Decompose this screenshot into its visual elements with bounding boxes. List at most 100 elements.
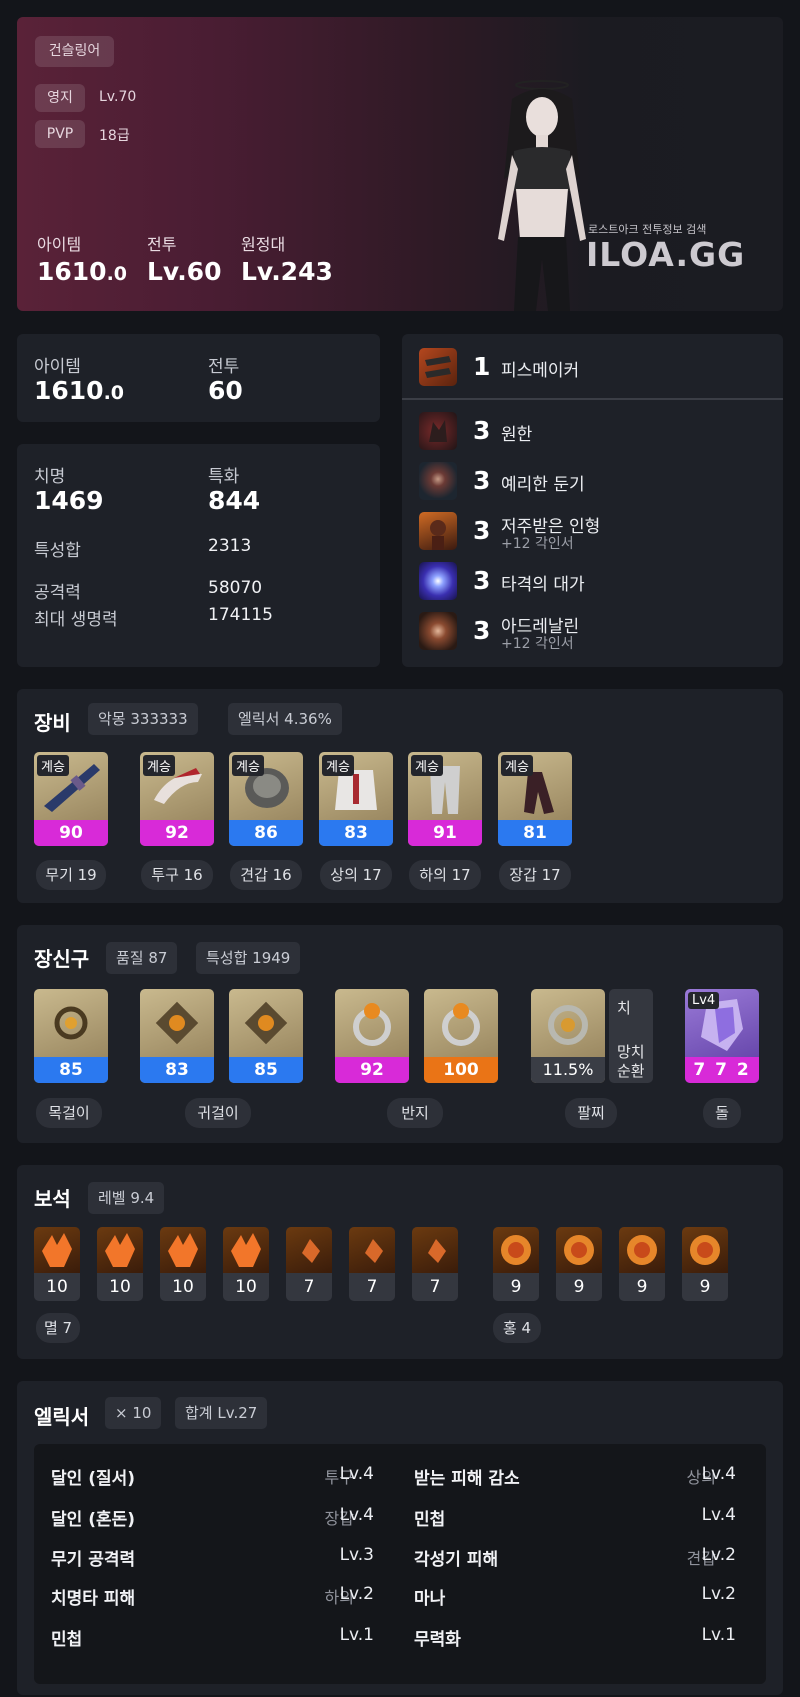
pvp-tag: PVP (35, 120, 85, 148)
elixir-left-3-name: 무기 공격력 (51, 1550, 136, 1570)
max-hp-value: 174115 (208, 605, 273, 625)
total-stat-label: 특성합 (34, 541, 81, 561)
summary-item-value: 1610.0 (34, 376, 125, 405)
spec-value: 844 (208, 486, 261, 515)
gloves-item[interactable]: 계승 81 (498, 752, 572, 846)
hero-roster-label: 원정대 (241, 235, 286, 254)
summary-combat-label: 전투 (208, 357, 240, 377)
earring-label: 귀걸이 (185, 1098, 251, 1128)
summary-combat-value: 60 (208, 376, 243, 405)
adrenaline-engraving-icon (419, 612, 457, 650)
hero-combat-label: 전투 (147, 235, 177, 254)
helmet-item[interactable]: 계승 92 (140, 752, 214, 846)
crimson-gem-3[interactable]: 9 (619, 1227, 665, 1301)
crimson-gem-2[interactable]: 9 (556, 1227, 602, 1301)
weapon-item[interactable]: 계승 90 (34, 752, 108, 846)
hero-item-value: 1610.0 (37, 257, 128, 286)
annihilation-gem-7[interactable]: 7 (412, 1227, 458, 1301)
earring-1-item[interactable]: 83 (140, 989, 214, 1083)
class-engraving-name: 피스메이커 (501, 361, 580, 381)
crimson-count-label: 홍 4 (493, 1313, 541, 1343)
cursed-doll-engraving-icon (419, 512, 457, 550)
gloves-label: 장갑 17 (499, 860, 571, 890)
elixir-left-2-name: 달인 (혼돈) (51, 1510, 136, 1530)
elixir-left-1-name: 달인 (질서) (51, 1469, 136, 1489)
bracelet-option-1: 치 (617, 999, 631, 1017)
engraving-divider (402, 398, 783, 400)
engraving-2-name: 예리한 둔기 (501, 475, 585, 495)
bracelet-option-2: 망치 (617, 1043, 645, 1061)
elixir-right-2-name: 민첩 (414, 1510, 446, 1530)
crimson-gem-1[interactable]: 9 (493, 1227, 539, 1301)
ring-1-quality: 92 (335, 1057, 409, 1083)
elixir-total-pill: 합계 Lv.27 (175, 1397, 268, 1429)
ability-stone-item[interactable]: Lv4 7 7 2 (685, 989, 759, 1083)
ring-1-item[interactable]: 92 (335, 989, 409, 1083)
weapon-quality: 90 (34, 820, 108, 846)
annihilation-gem-1[interactable]: 10 (34, 1227, 80, 1301)
crimson-gem-4[interactable]: 9 (682, 1227, 728, 1301)
total-stat-value: 2313 (208, 536, 252, 556)
chest-item[interactable]: 계승 83 (319, 752, 393, 846)
class-engraving-level: 1 (473, 352, 491, 381)
necklace-label: 목걸이 (36, 1098, 102, 1128)
annihilation-gem-5[interactable]: 7 (286, 1227, 332, 1301)
summary-card: 아이템 1610.0 전투 60 (17, 334, 380, 422)
engravings-card: 1 피스메이커 3 원한 3 예리한 둔기 3 저주받은 인형 +12 각인서 … (402, 334, 783, 667)
elixir-left-2-level: Lv.4 (339, 1505, 374, 1525)
pants-quality: 91 (408, 820, 482, 846)
gloves-succession-badge: 계승 (501, 755, 533, 776)
engraving-1-level: 3 (473, 416, 491, 445)
gems-title: 보석 (34, 1187, 71, 1211)
elixir-left-3-level: Lv.3 (339, 1545, 374, 1565)
shoulder-item[interactable]: 계승 86 (229, 752, 303, 846)
grudge-engraving-icon (419, 412, 457, 450)
shoulder-quality: 86 (229, 820, 303, 846)
spec-label: 특화 (208, 467, 240, 487)
territory-level: Lv.70 (99, 89, 137, 105)
elixir-left-5-level: Lv.1 (339, 1625, 374, 1645)
accessories-card: 장신구 품질 87 특성합 1949 85 83 85 92 100 11.5%… (17, 925, 783, 1143)
earring-2-item[interactable]: 85 (229, 989, 303, 1083)
elixir-right-5-level: Lv.1 (701, 1625, 736, 1645)
engraving-1-name: 원한 (501, 425, 533, 445)
ring-2-item[interactable]: 100 (424, 989, 498, 1083)
accessories-title: 장신구 (34, 947, 90, 971)
master-brawler-engraving-icon (419, 562, 457, 600)
equipment-title: 장비 (34, 711, 71, 735)
annihilation-count-label: 멸 7 (36, 1313, 80, 1343)
annihilation-gem-6[interactable]: 7 (349, 1227, 395, 1301)
earring-1-quality: 83 (140, 1057, 214, 1083)
attack-value: 58070 (208, 578, 263, 598)
ability-stone-level-badge: Lv4 (688, 992, 720, 1009)
necklace-item[interactable]: 85 (34, 989, 108, 1083)
annihilation-gem-3[interactable]: 10 (160, 1227, 206, 1301)
attack-label: 공격력 (34, 583, 81, 603)
chest-label: 상의 17 (320, 860, 392, 890)
class-badge: 건슬링어 (35, 36, 114, 67)
chest-quality: 83 (319, 820, 393, 846)
character-hero-card: 건슬링어 영지 Lv.70 PVP 18급 아이템 1610.0 전투 Lv.6… (17, 17, 783, 311)
elixir-right-1-level: Lv.4 (701, 1464, 736, 1484)
engraving-3-level: 3 (473, 516, 491, 545)
bracelet-item[interactable]: 11.5% (531, 989, 605, 1083)
engraving-4-name: 타격의 대가 (501, 575, 585, 595)
accessories-quality-pill: 품질 87 (106, 942, 178, 974)
keen-blunt-weapon-engraving-icon (419, 462, 457, 500)
ring-label: 반지 (387, 1098, 443, 1128)
helmet-quality: 92 (140, 820, 214, 846)
hero-roster-value: Lv.243 (241, 257, 333, 286)
annihilation-gem-2[interactable]: 10 (97, 1227, 143, 1301)
annihilation-gem-4[interactable]: 10 (223, 1227, 269, 1301)
engraving-3-book: +12 각인서 (501, 536, 574, 552)
elixir-title: 엘릭서 (34, 1405, 90, 1429)
hero-combat-value: Lv.60 (147, 257, 222, 286)
pants-item[interactable]: 계승 91 (408, 752, 482, 846)
ring-2-quality: 100 (424, 1057, 498, 1083)
pants-succession-badge: 계승 (411, 755, 443, 776)
elixir-right-5-name: 무력화 (414, 1630, 461, 1650)
weapon-label: 무기 19 (36, 860, 106, 890)
accessories-stat-pill: 특성합 1949 (196, 942, 301, 974)
watermark-logo: ILOA.GG (586, 235, 746, 274)
elixir-right-1-name: 받는 피해 감소 (414, 1469, 520, 1489)
